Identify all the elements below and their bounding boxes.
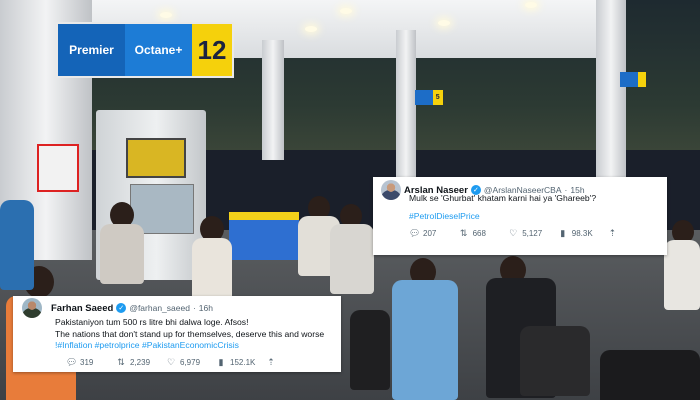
sign-pump-number: 12 (192, 24, 232, 76)
tweet-card-farhan[interactable]: Farhan Saeed ✓ @farhan_saeed · 16h Pakis… (13, 296, 341, 372)
hashtag-link[interactable]: !#Inflation #petrolprice #PakistanEconom… (55, 340, 239, 350)
reply-count: 207 (423, 229, 437, 238)
canopy-light (525, 2, 537, 8)
retweet-button[interactable]: ⇅ 668 (459, 228, 509, 239)
tweet-text-line: Pakistaniyon tum 500 rs litre bhi dalwa … (55, 317, 249, 327)
dot-separator: · (192, 303, 196, 313)
hashtag-link[interactable]: #PetrolDieselPrice (409, 211, 480, 221)
fuel-brand-sign: Premier Octane+ 12 (56, 22, 234, 78)
share-button[interactable]: ⇡ (607, 228, 657, 239)
person-body (0, 200, 34, 290)
tweet-hashtags: #PetrolDieselPrice (409, 211, 657, 223)
tweet-text-block: Pakistaniyon tum 500 rs litre bhi dalwa … (55, 317, 331, 352)
tweet-text: Mulk se 'Ghurbat' khatam karni hai ya 'G… (409, 193, 597, 203)
retweet-icon: ⇅ (459, 228, 468, 238)
avatar[interactable] (22, 298, 42, 318)
tweet-hashtags: !#Inflation #petrolprice #PakistanEconom… (55, 340, 331, 352)
person-body (664, 240, 700, 310)
like-icon: ♡ (509, 228, 518, 238)
avatar[interactable] (381, 180, 401, 200)
tweet-actions: 💬︎ 207 ⇅ 668 ♡ 5,127 ▮ 98.3K ⇡ (409, 228, 657, 239)
pump-sign-small-number: 5 (432, 90, 443, 105)
views-icon: ▮ (218, 356, 224, 367)
pump-sign-small (620, 72, 646, 87)
retweet-count: 2,239 (130, 357, 151, 367)
share-icon: ⇡ (608, 228, 617, 238)
canopy-light (160, 12, 172, 18)
motorcycle (520, 326, 590, 396)
tweet-header: Farhan Saeed ✓ @farhan_saeed · 16h (22, 298, 331, 318)
pump-sign-small: 5 (415, 90, 443, 105)
views-button[interactable]: ▮ 98.3K (558, 228, 608, 239)
like-button[interactable]: ♡ 5,127 (508, 228, 558, 239)
pump-sign-small-number (637, 72, 646, 87)
reply-button[interactable]: 💬︎ 319 (66, 357, 116, 368)
like-count: 5,127 (522, 229, 543, 238)
like-button[interactable]: ♡ 6,979 (166, 357, 216, 368)
reply-icon: 💬︎ (409, 228, 421, 238)
sign-brand-octane: Octane+ (125, 24, 192, 76)
person-body (100, 224, 144, 284)
user-handle[interactable]: @farhan_saeed (129, 303, 190, 313)
share-icon: ⇡ (267, 356, 275, 367)
like-count: 6,979 (180, 357, 201, 367)
reply-icon: 💬︎ (66, 356, 78, 367)
tweet-time[interactable]: 16h (199, 303, 213, 313)
person-body (392, 280, 458, 400)
view-count: 152.1K (230, 357, 256, 367)
tweet-body: Pakistaniyon tum 500 rs litre bhi dalwa … (22, 317, 331, 368)
share-button[interactable]: ⇡ (266, 357, 316, 368)
verified-badge-icon: ✓ (116, 303, 127, 313)
retweet-button[interactable]: ⇅ 2,239 (116, 357, 166, 368)
retweet-count: 668 (472, 229, 486, 238)
like-icon: ♡ (166, 356, 176, 367)
display-name[interactable]: Farhan Saeed (51, 303, 113, 314)
tweet-body: Mulk se 'Ghurbat' khatam karni hai ya 'G… (409, 193, 657, 239)
views-icon: ▮ (560, 228, 566, 238)
motorcycle (350, 310, 390, 390)
canopy-light (305, 26, 317, 32)
tweet-actions: 💬︎ 319 ⇅ 2,239 ♡ 6,979 ▮ 152.1K ⇡ (66, 357, 331, 368)
reply-count: 319 (80, 357, 94, 367)
tweet-text-line: The nations that don't stand up for them… (55, 328, 325, 339)
canopy-light (438, 20, 450, 26)
person-body (330, 224, 374, 294)
canopy-light (340, 8, 352, 14)
tweet-card-arslan[interactable]: Arslan Naseer ✓ @ArslanNaseerCBA · 15h M… (373, 177, 667, 255)
pump-sign-small-brand (620, 72, 638, 87)
pump-sign-small-brand (415, 90, 433, 105)
sign-brand-premier: Premier (69, 43, 114, 57)
view-count: 98.3K (571, 229, 593, 238)
reply-button[interactable]: 💬︎ 207 (409, 228, 459, 239)
views-button[interactable]: ▮ 152.1K (216, 357, 266, 368)
motorcycle (600, 350, 700, 400)
retweet-icon: ⇅ (117, 356, 125, 367)
